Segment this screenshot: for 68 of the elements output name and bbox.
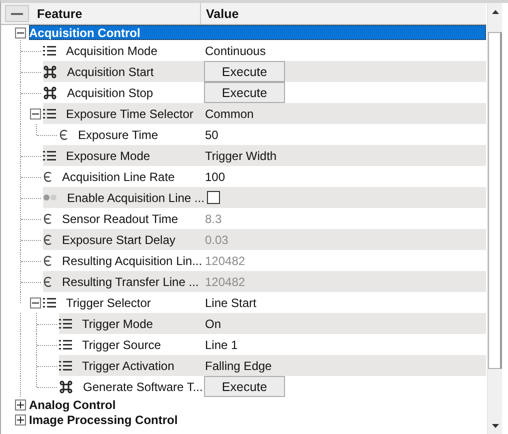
execute-button[interactable]: Execute — [204, 82, 285, 103]
scroll-thumb[interactable] — [488, 32, 502, 369]
feature-value: 0.03 — [205, 232, 228, 246]
column-header: Feature — [33, 3, 201, 24]
feature-name: Enable Acquisition Line ... — [67, 190, 204, 204]
feature-name: Resulting Acquisition Lin... — [62, 254, 202, 268]
feature-name: Generate Software T... — [83, 380, 203, 394]
collapse-all-button[interactable] — [5, 5, 29, 22]
feature-value: Common — [205, 106, 254, 120]
execute-button[interactable]: Execute — [204, 61, 285, 82]
feature-value: Line 1 — [205, 338, 238, 352]
feature-value: 8.3 — [205, 212, 222, 226]
category-name: Analog Control — [29, 398, 116, 412]
execute-button[interactable]: Execute — [204, 376, 285, 397]
selected-row[interactable]: Acquisition Control — [29, 25, 486, 40]
epsilon-icon — [43, 276, 52, 288]
toggle-icon — [43, 194, 57, 201]
command-icon — [59, 380, 73, 394]
feature-value: Line Start — [205, 296, 256, 310]
feature-name: Exposure Time — [78, 128, 158, 142]
feature-value: Continuous — [205, 44, 266, 58]
epsilon-icon — [43, 254, 52, 266]
feature-value: Trigger Width — [205, 148, 277, 162]
scrollbar[interactable] — [487, 3, 502, 434]
feature-value: 50 — [205, 128, 218, 142]
list-icon — [43, 108, 56, 119]
feature-name: Exposure Time Selector — [66, 106, 194, 120]
epsilon-icon — [43, 234, 52, 246]
epsilon-icon — [43, 170, 52, 182]
feature-name: Resulting Transfer Line ... — [62, 274, 199, 288]
list-icon — [59, 360, 72, 371]
feature-name: Acquisition Mode — [66, 44, 158, 58]
feature-name: Sensor Readout Time — [62, 212, 178, 226]
feature-name: Trigger Source — [82, 338, 161, 352]
command-icon — [43, 64, 57, 78]
minus-icon — [11, 12, 23, 14]
column-header: Value — [205, 6, 240, 22]
list-icon — [43, 150, 56, 161]
command-icon — [43, 86, 57, 100]
feature-value: Falling Edge — [205, 358, 272, 372]
epsilon-icon — [43, 212, 52, 224]
checkbox[interactable] — [207, 191, 220, 204]
list-icon — [59, 339, 72, 350]
expand-toggle[interactable] — [15, 399, 26, 410]
feature-value: 120482 — [205, 274, 246, 288]
feature-name: Exposure Start Delay — [62, 232, 176, 246]
feature-name: Exposure Mode — [66, 148, 150, 162]
expand-toggle[interactable] — [15, 27, 26, 38]
expand-toggle[interactable] — [30, 297, 41, 308]
feature-name: Trigger Mode — [82, 316, 153, 330]
epsilon-icon — [59, 128, 68, 140]
feature-name: Trigger Selector — [66, 296, 151, 310]
feature-name: Acquisition Start — [67, 64, 154, 78]
plus-icon — [17, 401, 24, 408]
feature-name: Trigger Activation — [82, 358, 174, 372]
expand-toggle[interactable] — [15, 414, 26, 425]
category-name: Acquisition Control — [29, 26, 140, 40]
feature-value: 120482 — [205, 254, 246, 268]
list-icon — [43, 45, 56, 56]
feature-name: Acquisition Line Rate — [62, 170, 175, 184]
list-icon — [59, 318, 72, 329]
plus-icon — [17, 416, 24, 423]
feature-name: Acquisition Stop — [67, 86, 154, 100]
feature-value: 100 — [205, 170, 226, 184]
feature-value: On — [205, 316, 222, 330]
category-name: Image Processing Control — [29, 412, 178, 426]
list-icon — [43, 297, 56, 308]
expand-toggle[interactable] — [30, 108, 41, 119]
